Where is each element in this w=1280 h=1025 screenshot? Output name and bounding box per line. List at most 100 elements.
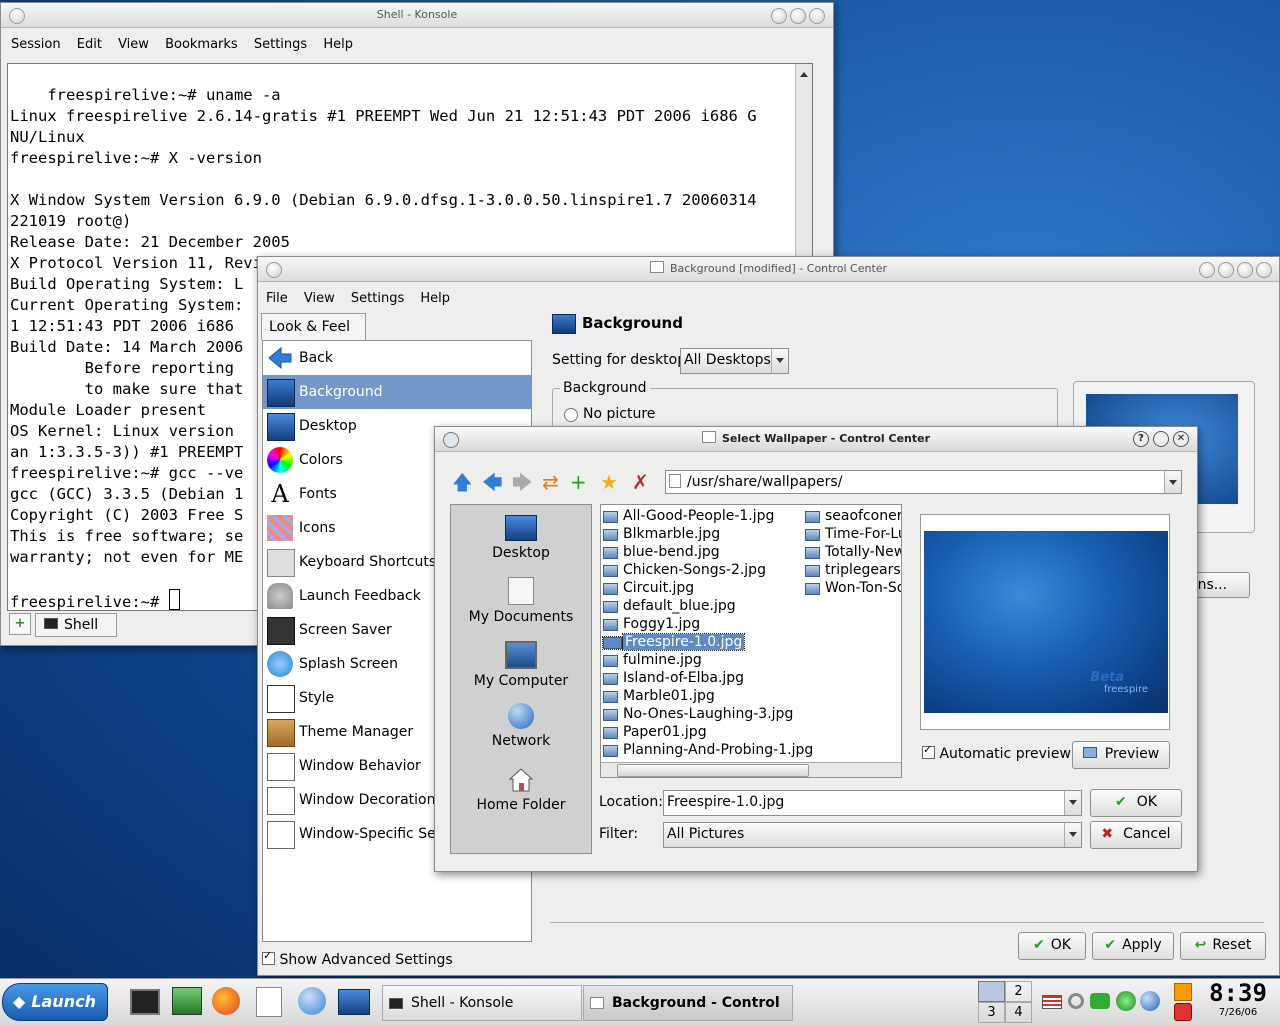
messenger-launcher-icon[interactable]	[298, 987, 326, 1015]
location-combo[interactable]: Freespire-1.0.jpg	[663, 790, 1082, 816]
desktop-select[interactable]: All Desktops	[680, 348, 789, 374]
new-session-icon[interactable]: +	[9, 613, 31, 635]
menu-settings[interactable]: Settings	[351, 291, 404, 306]
menu-view[interactable]: View	[304, 291, 335, 306]
show-advanced-checkbox[interactable]: Show Advanced Settings	[262, 949, 453, 968]
minimize-button[interactable]	[1218, 262, 1234, 278]
file-item[interactable]: triplegears.j	[803, 561, 901, 579]
up-arrow-icon[interactable]: 🡅	[452, 470, 473, 494]
file-item[interactable]: Chicken-Songs-2.jpg	[601, 561, 813, 579]
no-picture-radio[interactable]	[564, 408, 578, 422]
file-item[interactable]: No-Ones-Laughing-3.jpg	[601, 705, 813, 723]
writer-launcher-icon[interactable]	[256, 987, 282, 1017]
clock[interactable]: 8:39 7/26/06	[1200, 979, 1276, 1023]
minimize-button[interactable]	[771, 8, 787, 24]
launch-button[interactable]: ◆ Launch	[2, 983, 108, 1021]
cc-apply-button[interactable]: ✔ Apply	[1092, 932, 1174, 960]
menu-edit[interactable]: Edit	[77, 37, 102, 52]
path-combo[interactable]: /usr/share/wallpapers/	[665, 470, 1182, 494]
dialog-ok-button[interactable]: ✔ OK	[1090, 789, 1182, 817]
reload-icon[interactable]: ⇄	[542, 470, 559, 494]
place-desktop[interactable]: Desktop	[451, 515, 591, 561]
firefox-launcher-icon[interactable]	[212, 987, 240, 1015]
window-menu-button[interactable]	[9, 8, 25, 24]
dialog-menu-button[interactable]	[443, 432, 459, 448]
notes-icon[interactable]	[1174, 983, 1192, 1001]
menu-bookmarks[interactable]: Bookmarks	[165, 37, 238, 52]
pager-desktop-1[interactable]	[978, 981, 1005, 1002]
menu-view[interactable]: View	[118, 37, 149, 52]
flag-icon[interactable]	[1042, 995, 1062, 1009]
dialog-cancel-button[interactable]: ✖ Cancel	[1090, 821, 1182, 849]
menu-settings[interactable]: Settings	[254, 37, 307, 52]
connection-icon[interactable]	[1090, 993, 1110, 1009]
new-folder-icon[interactable]: +	[570, 470, 587, 494]
menu-help[interactable]: Help	[420, 291, 450, 306]
file-item[interactable]: Foggy1.jpg	[601, 615, 813, 633]
forward-arrow-icon[interactable]: 🡆	[512, 470, 533, 494]
file-item[interactable]: blue-bend.jpg	[601, 543, 813, 561]
file-item[interactable]: fulmine.jpg	[601, 651, 813, 669]
file-item[interactable]: Planning-And-Probing-1.jpg	[601, 741, 813, 759]
place-my-computer[interactable]: My Computer	[451, 641, 591, 689]
file-item[interactable]: All-Good-People-1.jpg	[601, 507, 813, 525]
maximize-button[interactable]	[790, 8, 806, 24]
preview-button[interactable]: Preview	[1072, 741, 1170, 769]
pager-desktop-4[interactable]: 4	[1005, 1002, 1032, 1023]
terminal-launcher-icon[interactable]	[130, 989, 160, 1015]
file-item[interactable]: Marble01.jpg	[601, 687, 813, 705]
tab-look-and-feel[interactable]: Look & Feel	[261, 313, 366, 340]
update-icon[interactable]	[1116, 991, 1136, 1011]
file-item[interactable]: default_blue.jpg	[601, 597, 813, 615]
menu-help[interactable]: Help	[323, 37, 353, 52]
menu-file[interactable]: File	[266, 291, 288, 306]
file-item[interactable]: seaofconerd	[803, 507, 901, 525]
file-item[interactable]: Totally-New	[803, 543, 901, 561]
automatic-preview-checkbox[interactable]: Automatic preview	[922, 743, 1071, 762]
menu-session[interactable]: Session	[11, 37, 61, 52]
place-home-folder[interactable]: Home Folder	[451, 767, 591, 813]
file-item[interactable]: Won-Ton-So	[803, 579, 901, 597]
place-network[interactable]: Network	[451, 703, 591, 749]
close-button[interactable]	[809, 8, 825, 24]
cc-reset-button[interactable]: ↩ Reset	[1180, 932, 1266, 960]
file-item[interactable]: Time-For-Lu	[803, 525, 901, 543]
file-item[interactable]: Paper01.jpg	[601, 723, 813, 741]
help-icon[interactable]: ?	[1133, 431, 1149, 447]
task-shell-konsole[interactable]: Shell - Konsole	[382, 985, 582, 1021]
place-my-documents[interactable]: My Documents	[451, 577, 591, 625]
scroll-thumb[interactable]	[617, 764, 809, 777]
dialog-titlebar[interactable]: Select Wallpaper - Control Center ? ✕	[435, 427, 1197, 452]
nav-item-back[interactable]: Back	[263, 341, 531, 375]
file-item-selected[interactable]: Freespire-1.0.jpg	[601, 633, 813, 651]
file-item[interactable]: Circuit.jpg	[601, 579, 813, 597]
close-icon[interactable]: ✕	[1173, 431, 1189, 447]
scroll-up-arrow-icon[interactable]	[800, 68, 808, 77]
globe-status-icon[interactable]	[1140, 991, 1160, 1011]
pager-desktop-2[interactable]: 2	[1005, 981, 1032, 1002]
pager-desktop-3[interactable]: 3	[978, 1002, 1005, 1023]
desktop-launcher-icon[interactable]	[338, 989, 370, 1015]
file-item[interactable]: Island-of-Elba.jpg	[601, 669, 813, 687]
terminal-icon	[44, 618, 58, 629]
bookmark-star-icon[interactable]: ★	[600, 470, 618, 494]
maximize-button[interactable]	[1237, 262, 1253, 278]
printer-launcher-icon[interactable]	[172, 987, 202, 1015]
configure-tools-icon[interactable]: ✗	[632, 470, 649, 494]
network-status-icon[interactable]	[1068, 993, 1084, 1009]
maximize-icon[interactable]	[1153, 431, 1169, 447]
task-background-control-center[interactable]: Background - Control	[583, 985, 793, 1021]
back-arrow-icon[interactable]: 🡄	[482, 470, 503, 494]
cc-ok-button[interactable]: ✔ OK	[1018, 932, 1086, 960]
power-icon[interactable]	[1174, 1003, 1192, 1021]
control-center-titlebar[interactable]: Background [modified] - Control Center	[258, 257, 1279, 282]
window-menu-button[interactable]	[266, 262, 282, 278]
konsole-titlebar[interactable]: Shell - Konsole	[1, 3, 833, 28]
file-item[interactable]: Blkmarble.jpg	[601, 525, 813, 543]
filter-combo[interactable]: All Pictures	[663, 822, 1082, 848]
close-button[interactable]	[1256, 262, 1272, 278]
help-button[interactable]	[1199, 262, 1215, 278]
tab-shell[interactable]: Shell	[35, 613, 117, 637]
file-list-hscrollbar[interactable]	[601, 762, 901, 777]
nav-item-background[interactable]: Background	[263, 375, 531, 409]
